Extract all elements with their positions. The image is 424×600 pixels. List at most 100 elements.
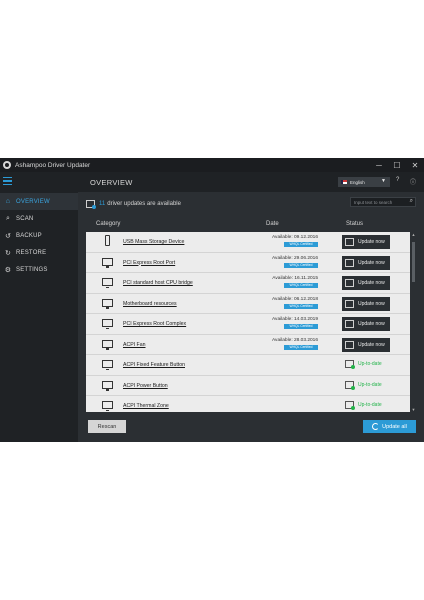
column-date[interactable]: Date — [266, 221, 279, 227]
search-icon: ⌕ — [5, 214, 11, 222]
updates-text: driver updates are available — [107, 201, 181, 207]
language-label: English — [350, 179, 365, 185]
driver-table: Category Date Status USB Mass Storage De… — [86, 216, 416, 412]
monitor-icon — [102, 319, 113, 329]
menu-icon[interactable] — [3, 177, 12, 186]
driver-name-link[interactable]: PCI Express Root Port — [123, 260, 175, 266]
page-title: OVERVIEW — [90, 178, 133, 187]
up-to-date-label: Up-to-date — [358, 381, 382, 388]
scroll-down-icon[interactable]: ▼ — [411, 407, 416, 412]
table-header: Category Date Status — [86, 216, 416, 232]
whql-badge: WHQL Certified — [284, 344, 318, 350]
monitor-icon — [102, 401, 113, 411]
help-button[interactable]: ? — [396, 177, 399, 183]
update-now-label: Update now — [358, 300, 385, 307]
restore-icon: ↻ — [4, 249, 12, 257]
updates-count: 11 — [99, 201, 106, 207]
flag-icon — [341, 180, 347, 184]
monitor-check-icon — [345, 401, 355, 410]
driver-name-link[interactable]: USB Mass Storage Device — [123, 239, 184, 245]
sidebar-item-label: SETTINGS — [16, 266, 48, 273]
title-bar: Ashampoo Driver Updater ─ ☐ ✕ — [0, 158, 424, 172]
close-button[interactable]: ✕ — [406, 158, 424, 172]
table-row: Motherboard resources Available: 06.12.20… — [86, 294, 410, 314]
monitor-download-icon — [345, 340, 354, 349]
monitor-icon — [102, 380, 113, 391]
update-all-label: Update all — [382, 423, 407, 430]
sidebar-item-scan[interactable]: ⌕ SCAN — [0, 210, 78, 227]
table-row: PCI Express Root Complex Available: 14.03… — [86, 314, 410, 335]
monitor-download-icon — [345, 258, 354, 267]
update-now-label: Update now — [358, 259, 385, 266]
sidebar-item-settings[interactable]: ⚙ SETTINGS — [0, 261, 78, 278]
sidebar-item-backup[interactable]: ↺ BACKUP — [0, 227, 78, 244]
monitor-icon — [102, 278, 113, 288]
monitor-icon — [102, 298, 113, 309]
sidebar-item-restore[interactable]: ↻ RESTORE — [0, 244, 78, 261]
monitor-icon — [102, 257, 113, 268]
sidebar-item-overview[interactable]: ⌂ OVERVIEW — [0, 193, 78, 210]
driver-name-link[interactable]: Motherboard resources — [123, 301, 177, 307]
sidebar: ⌂ OVERVIEW ⌕ SCAN ↺ BACKUP ↻ RESTORE ⚙ SETTINGS — [0, 172, 78, 442]
up-to-date-status: Up-to-date — [345, 380, 382, 390]
update-now-label: Update now — [358, 321, 385, 327]
driver-name-link[interactable]: ACPI Fixed Feature Button — [123, 362, 185, 368]
info-button[interactable]: ⓘ — [410, 177, 416, 186]
driver-name-link[interactable]: PCI standard host CPU bridge — [123, 280, 193, 286]
update-now-label: Update now — [358, 239, 385, 245]
whql-badge: WHQL Certified — [284, 262, 318, 268]
updates-notice: 11 driver updates are available — [86, 198, 181, 210]
search-placeholder: Input text to search — [354, 199, 393, 205]
monitor-icon — [102, 339, 113, 350]
column-category[interactable]: Category — [96, 221, 120, 227]
app-window: Ashampoo Driver Updater ─ ☐ ✕ ⌂ OVERVIEW ⌕… — [0, 158, 424, 442]
maximize-button[interactable]: ☐ — [388, 158, 406, 172]
monitor-download-icon — [345, 279, 354, 287]
refresh-icon — [372, 423, 380, 430]
table-row: PCI standard host CPU bridge Available: 1… — [86, 273, 410, 294]
window-title: Ashampoo Driver Updater — [15, 161, 91, 169]
monitor-check-icon — [345, 360, 355, 369]
chevron-down-icon: ▼ — [381, 178, 386, 184]
available-date: Available: 14.03.2019 — [271, 317, 318, 322]
table-row: ACPI Fan Available: 28.03.2016 WHQL Certif… — [86, 335, 410, 355]
up-to-date-status: Up-to-date — [345, 360, 382, 369]
update-now-button[interactable]: Update now — [342, 296, 390, 311]
table-body: USB Mass Storage Device Available: 09.12.… — [86, 232, 410, 412]
sidebar-item-label: OVERVIEW — [16, 198, 50, 205]
search-input[interactable]: Input text to search ⌕ — [350, 197, 416, 207]
backup-icon: ↺ — [4, 232, 12, 240]
whql-badge: WHQL Certified — [284, 283, 318, 288]
update-now-button[interactable]: Update now — [342, 255, 390, 270]
driver-name-link[interactable]: ACPI Thermal Zone — [123, 403, 169, 409]
rescan-button[interactable]: Rescan — [88, 420, 126, 433]
update-now-button[interactable]: Update now — [342, 235, 390, 249]
driver-name-link[interactable]: ACPI Power Button — [123, 383, 168, 389]
update-now-label: Update now — [358, 341, 385, 348]
monitor-download-icon — [345, 299, 354, 308]
scrollbar[interactable]: ▲ ▼ — [411, 232, 416, 412]
column-status[interactable]: Status — [346, 221, 363, 227]
minimize-button[interactable]: ─ — [370, 158, 388, 172]
language-select[interactable]: English ▼ — [338, 177, 390, 187]
scroll-up-icon[interactable]: ▲ — [411, 232, 416, 237]
update-all-button[interactable]: Update all — [363, 420, 416, 433]
header: OVERVIEW English ▼ ? ⓘ — [78, 172, 424, 192]
update-now-label: Update now — [358, 280, 385, 286]
driver-name-link[interactable]: PCI Express Root Complex — [123, 321, 186, 327]
available-date: Available: 16.11.2015 — [272, 276, 318, 281]
table-row: PCI Express Root Port Available: 29.06.20… — [86, 253, 410, 273]
available-date: Available: 29.06.2016 — [271, 255, 318, 261]
whql-badge: WHQL Certified — [284, 303, 318, 309]
search-icon[interactable]: ⌕ — [410, 198, 413, 205]
update-now-button[interactable]: Update now — [342, 317, 390, 331]
table-row: USB Mass Storage Device Available: 09.12.… — [86, 232, 410, 253]
available-date: Available: 28.03.2016 — [271, 337, 318, 343]
scrollbar-thumb[interactable] — [412, 242, 415, 282]
update-now-button[interactable]: Update now — [342, 276, 390, 290]
monitor-alert-icon — [86, 200, 96, 209]
app-logo-icon — [3, 161, 11, 169]
whql-badge: WHQL Certified — [284, 242, 318, 247]
driver-name-link[interactable]: ACPI Fan — [123, 342, 146, 348]
update-now-button[interactable]: Update now — [342, 337, 390, 352]
